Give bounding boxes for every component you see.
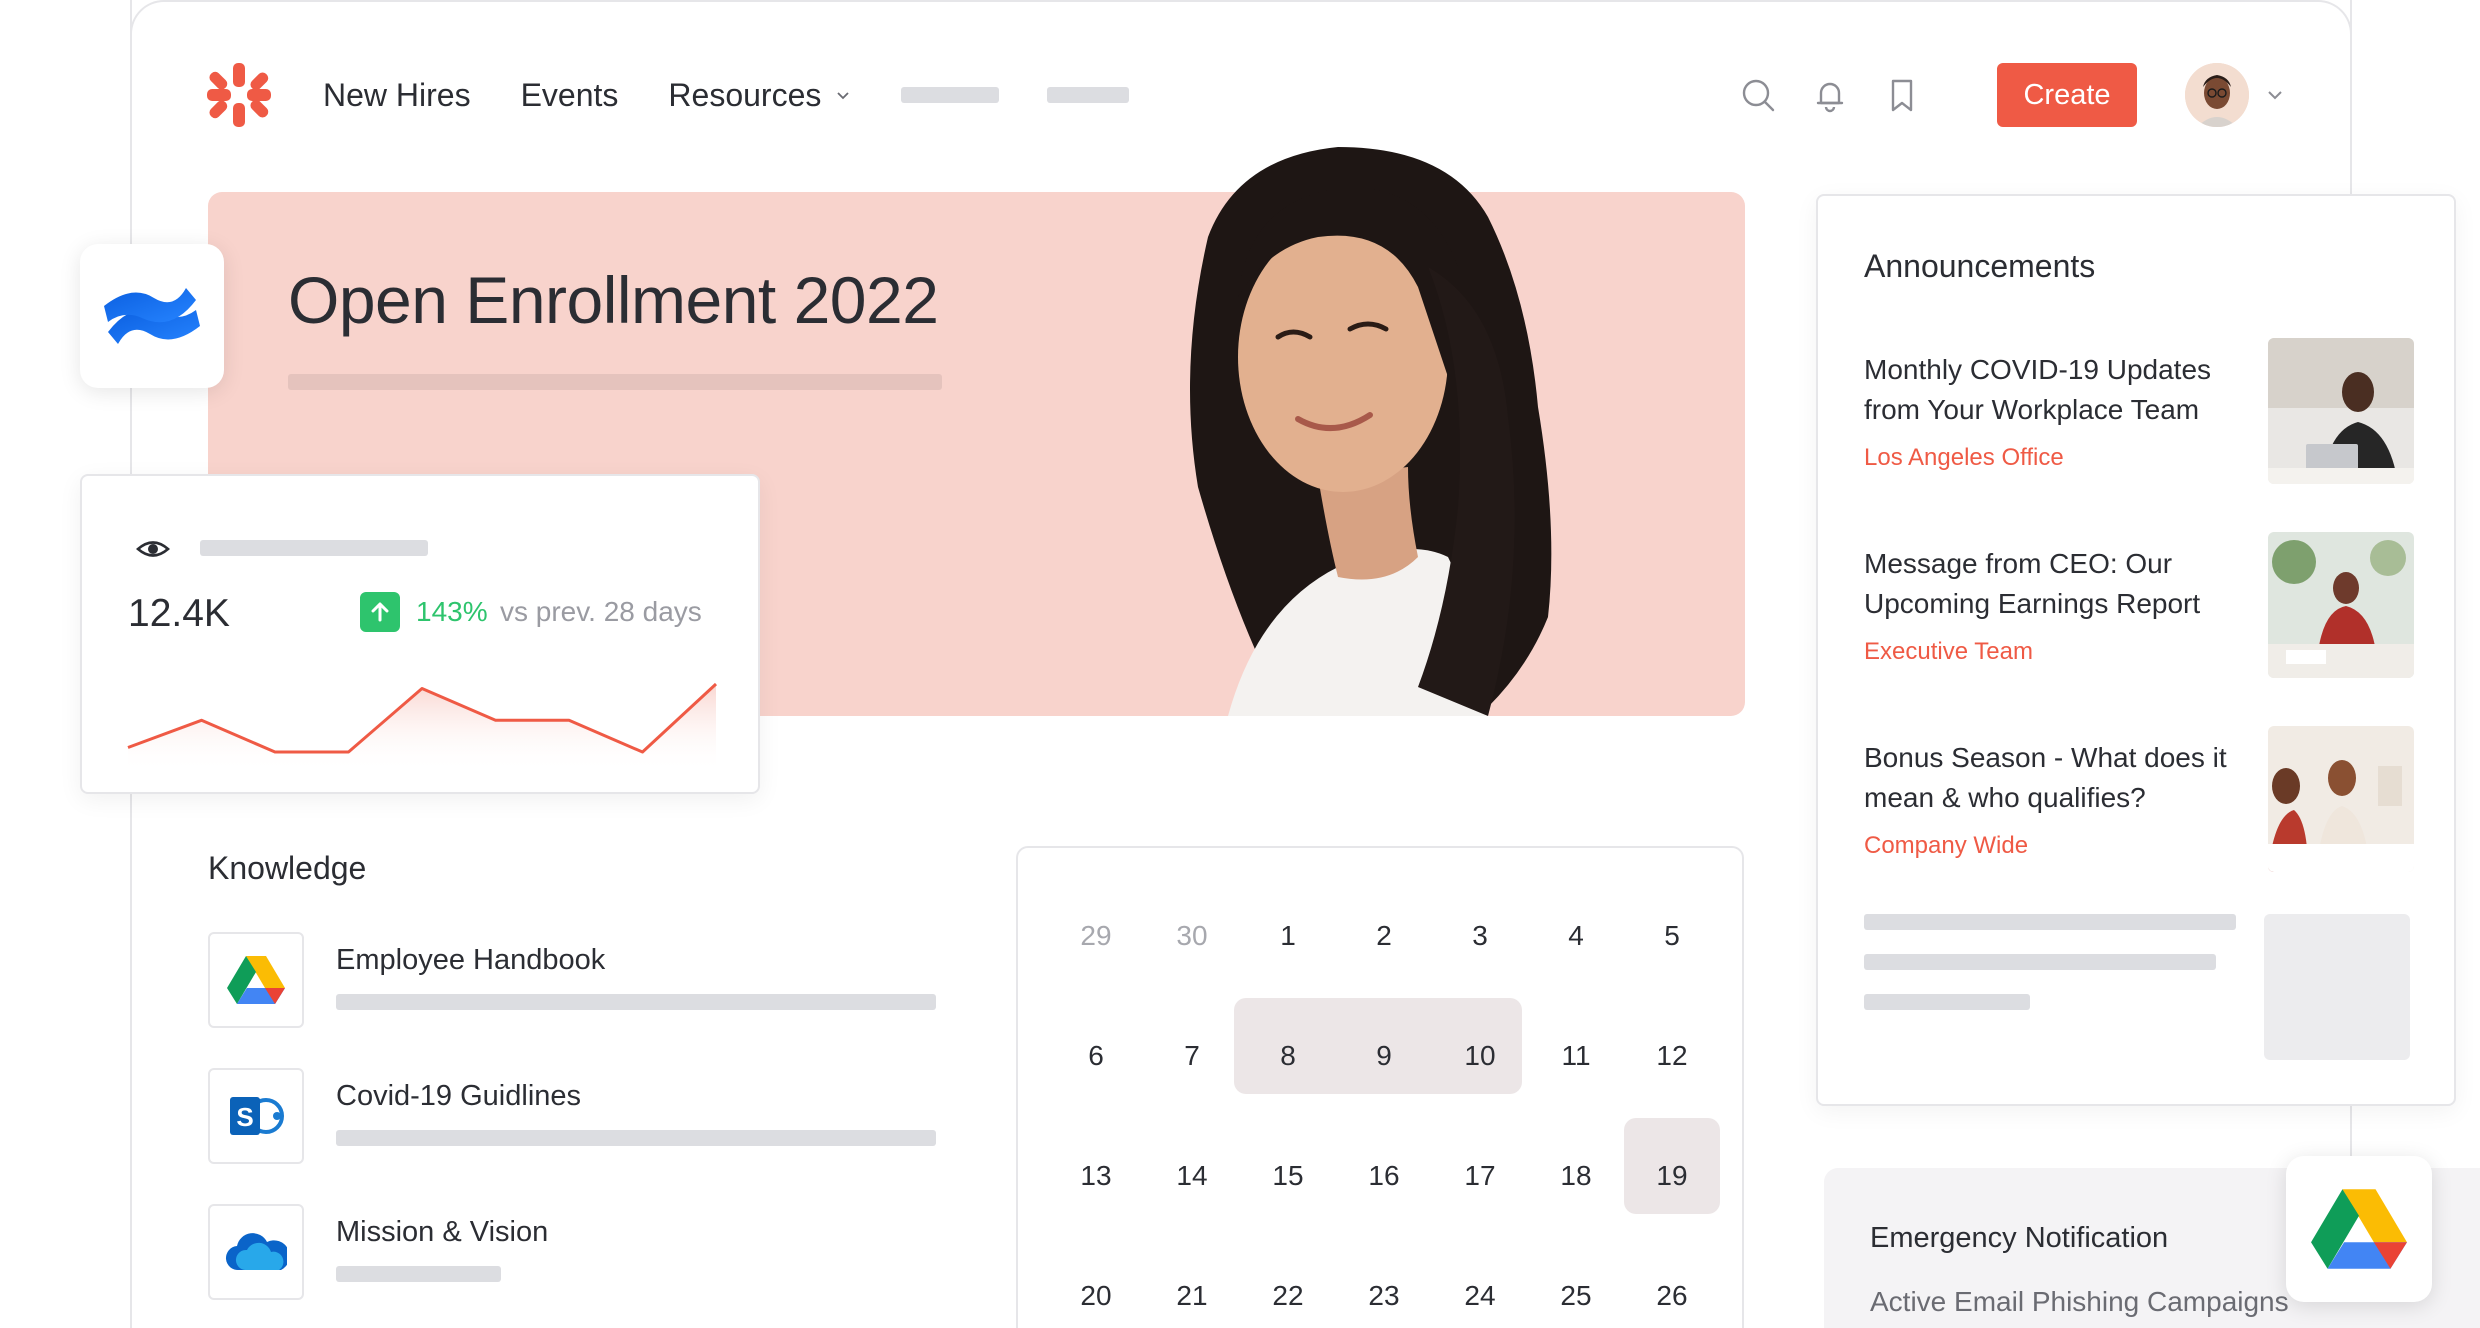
announcement-source: Company Wide [1864, 832, 2029, 859]
sparkline-chart [127, 682, 718, 772]
calendar-day[interactable]: 17 [1432, 1128, 1528, 1224]
bell-icon[interactable] [1811, 76, 1849, 114]
calendar-day[interactable]: 23 [1336, 1248, 1432, 1328]
emergency-subtitle: Active Email Phishing Campaigns [1870, 1286, 2289, 1317]
calendar-day[interactable]: 14 [1144, 1128, 1240, 1224]
announcement-thumbnail [2268, 532, 2414, 678]
announcement-source: Executive Team [1864, 638, 2033, 665]
announcement-headline: Bonus Season - What does it mean & who q… [1864, 742, 2227, 813]
calendar-grid: 29 30 1 2 3 4 5 6 7 8 9 10 11 12 13 14 15 16 17 18 19 20 21 22 2… [1048, 888, 1720, 1328]
onedrive-icon [208, 1204, 304, 1300]
calendar-day[interactable]: 13 [1048, 1128, 1144, 1224]
sharepoint-icon: S [208, 1068, 304, 1164]
announcement-placeholder [1864, 954, 2216, 970]
announcement-placeholder [1864, 994, 2030, 1010]
announcement-item[interactable]: Monthly COVID-19 Updates from Your Workp… [1864, 338, 2414, 484]
knowledge-item-label: Mission & Vision [336, 1216, 549, 1248]
brand-logo-icon[interactable] [205, 61, 273, 129]
knowledge-item[interactable]: Employee Handbook [208, 932, 968, 1028]
announcement-source: Los Angeles Office [1864, 444, 2064, 471]
page-views-card[interactable]: 12.4K 143% vs prev. 28 days [80, 474, 760, 794]
calendar-day[interactable]: 21 [1144, 1248, 1240, 1328]
announcement-placeholder [1864, 914, 2236, 930]
stat-comparison: vs prev. 28 days [500, 596, 702, 627]
calendar-day[interactable]: 7 [1144, 1008, 1240, 1104]
knowledge-item[interactable]: Mission & Vision [208, 1204, 968, 1300]
nav-new-hires-label: New Hires [323, 76, 471, 113]
eye-icon [136, 541, 170, 557]
nav-events[interactable]: Events [521, 77, 619, 114]
calendar-day[interactable]: 5 [1624, 888, 1720, 984]
knowledge-item-placeholder [336, 994, 936, 1010]
hero-person-image [1190, 147, 1552, 716]
calendar-day[interactable]: 1 [1240, 888, 1336, 984]
announcements-heading: Announcements [1864, 248, 2096, 284]
calendar-day[interactable]: 26 [1624, 1248, 1720, 1328]
knowledge-item-placeholder [336, 1266, 501, 1282]
calendar-day[interactable]: 29 [1048, 888, 1144, 984]
calendar-day[interactable]: 12 [1624, 1008, 1720, 1104]
calendar-day[interactable]: 3 [1432, 888, 1528, 984]
calendar-day[interactable]: 15 [1240, 1128, 1336, 1224]
calendar-day[interactable]: 19 [1624, 1128, 1720, 1224]
nav-events-label: Events [520, 76, 619, 113]
confluence-app-tile[interactable] [80, 244, 224, 388]
bookmark-icon[interactable] [1883, 76, 1921, 114]
calendar-day[interactable]: 22 [1240, 1248, 1336, 1328]
calendar: 29 30 1 2 3 4 5 6 7 8 9 10 11 12 13 14 15 16 17 18 19 20 21 22 2… [1016, 846, 1744, 1328]
confluence-icon [104, 288, 200, 344]
calendar-day[interactable]: 2 [1336, 888, 1432, 984]
hero-title: Open Enrollment 2022 [288, 263, 939, 337]
announcement-item[interactable]: Message from CEO: Our Upcoming Earnings … [1864, 532, 2414, 678]
arrow-up-icon [360, 592, 400, 632]
calendar-day[interactable]: 9 [1336, 1008, 1432, 1104]
calendar-day[interactable]: 16 [1336, 1128, 1432, 1224]
calendar-day[interactable]: 20 [1048, 1248, 1144, 1328]
knowledge-item-placeholder [336, 1130, 936, 1146]
knowledge-heading: Knowledge [208, 850, 367, 886]
nav-actions: Create [1739, 60, 2285, 130]
announcement-thumbnail [2268, 726, 2414, 872]
calendar-day[interactable]: 18 [1528, 1128, 1624, 1224]
calendar-day[interactable]: 24 [1432, 1248, 1528, 1328]
nav-resources[interactable]: Resources [668, 77, 851, 114]
emergency-title: Emergency Notification [1870, 1222, 2169, 1254]
knowledge-item[interactable]: S Covid-19 Guidlines [208, 1068, 968, 1164]
calendar-day[interactable]: 10 [1432, 1008, 1528, 1104]
hero-subtitle-placeholder [288, 374, 942, 390]
announcement-item[interactable]: Bonus Season - What does it mean & who q… [1864, 726, 2414, 872]
create-button[interactable]: Create [1997, 63, 2137, 127]
stat-value: 12.4K [128, 592, 230, 635]
google-drive-icon [208, 932, 304, 1028]
calendar-day[interactable]: 25 [1528, 1248, 1624, 1328]
chevron-down-icon [837, 92, 849, 100]
search-icon[interactable] [1739, 76, 1777, 114]
knowledge-item-label: Employee Handbook [336, 944, 606, 976]
google-drive-app-tile[interactable] [2286, 1156, 2432, 1302]
announcement-headline: Message from CEO: Our Upcoming Earnings … [1864, 548, 2201, 619]
announcement-thumbnail [2268, 338, 2414, 484]
calendar-day[interactable]: 4 [1528, 888, 1624, 984]
announcement-thumbnail-placeholder [2264, 914, 2410, 1060]
avatar[interactable] [2185, 63, 2249, 127]
nav-placeholder [901, 87, 1000, 103]
google-drive-icon [2311, 1189, 2407, 1269]
announcements-panel: Announcements Monthly COVID-19 Updates f… [1816, 194, 2456, 1106]
stat-change: 143% [416, 596, 488, 627]
nav-resources-label: Resources [668, 76, 822, 113]
stat-label-placeholder [200, 540, 428, 556]
knowledge-item-label: Covid-19 Guidlines [336, 1080, 582, 1112]
calendar-day[interactable]: 6 [1048, 1008, 1144, 1104]
top-nav: New Hires Events Resources Create [205, 60, 2285, 130]
nav-placeholder [1047, 87, 1130, 103]
svg-text:S: S [236, 1102, 253, 1132]
announcement-headline: Monthly COVID-19 Updates from Your Workp… [1864, 354, 2212, 425]
nav-new-hires[interactable]: New Hires [323, 77, 471, 114]
calendar-day[interactable]: 11 [1528, 1008, 1624, 1104]
calendar-day[interactable]: 8 [1240, 1008, 1336, 1104]
chevron-down-icon[interactable] [2265, 85, 2285, 105]
calendar-day[interactable]: 30 [1144, 888, 1240, 984]
